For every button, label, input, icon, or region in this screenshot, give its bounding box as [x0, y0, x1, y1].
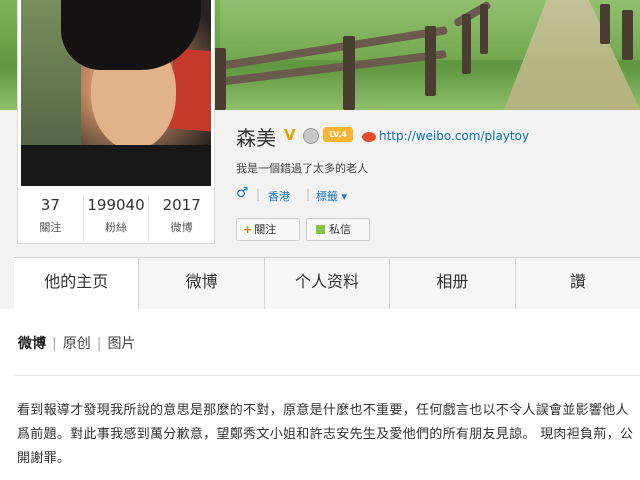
tab-profile-info[interactable]: 个人资料 — [265, 258, 391, 310]
fans-label: 粉絲 — [105, 221, 127, 234]
tab-likes[interactable]: 讚 — [516, 258, 640, 310]
following-count: 37 — [40, 196, 60, 214]
info-separator: | — [306, 187, 311, 201]
weibo-url-link[interactable]: http://weibo.com/playtoy — [362, 129, 529, 143]
male-icon: ♂ — [236, 185, 249, 201]
profile-stats: 37 關注 199040 粉絲 2017 微博 — [18, 196, 214, 241]
stat-fans[interactable]: 199040 粉絲 — [84, 196, 150, 241]
user-name: 森美 — [236, 126, 276, 150]
following-label: 關注 — [39, 221, 62, 234]
post-text: 看到報導才發現我所說的意思是那麼的不對，原意是什麼也不重要，任何戲言也以不令人誤… — [17, 403, 634, 466]
plus-icon: + — [243, 223, 253, 236]
main-content: 微博 | 原创 | 图片 看到報導才發現我所說的意思是那麼的不對，原意是什麼也不重要，任… — [0, 309, 640, 480]
posts-count: 2017 — [162, 196, 201, 214]
profile-card: 37 關注 199040 粉絲 2017 微博 — [17, 0, 215, 244]
weibo-url-text: http://weibo.com/playtoy — [379, 129, 530, 143]
message-icon — [316, 225, 325, 234]
filter-original[interactable]: 原创 — [63, 333, 91, 353]
user-bio: 我是一個錯過了太多的老人 — [236, 162, 368, 175]
stat-posts[interactable]: 2017 微博 — [149, 196, 214, 241]
verified-badge-icon[interactable]: V — [284, 126, 296, 144]
tab-weibo[interactable]: 微博 — [139, 258, 265, 310]
info-separator: | — [256, 187, 261, 201]
divider — [14, 375, 640, 376]
feed-filter: 微博 | 原创 | 图片 — [18, 333, 135, 353]
posts-label: 微博 — [170, 221, 193, 234]
location-link[interactable]: 香港 — [268, 188, 290, 204]
filter-all-weibo[interactable]: 微博 — [18, 333, 46, 353]
fans-count: 199040 — [87, 196, 145, 214]
filter-images[interactable]: 图片 — [107, 333, 135, 353]
follow-button[interactable]: + 關注 — [236, 218, 300, 241]
stat-following[interactable]: 37 關注 — [18, 196, 84, 241]
weibo-logo-icon — [362, 131, 376, 142]
tab-home[interactable]: 他的主页 — [14, 258, 140, 312]
member-icon[interactable] — [303, 128, 319, 144]
profile-tabs: 他的主页 微博 个人资料 相册 讚 — [14, 257, 640, 312]
tags-dropdown[interactable]: 標籤 ▾ — [316, 188, 347, 204]
follow-button-label: 關注 — [254, 223, 277, 236]
message-button[interactable]: 私信 — [306, 218, 370, 241]
tab-album[interactable]: 相册 — [390, 258, 516, 310]
message-button-label: 私信 — [329, 223, 351, 236]
level-badge[interactable]: LV.4 — [323, 127, 353, 142]
avatar[interactable] — [21, 0, 211, 186]
